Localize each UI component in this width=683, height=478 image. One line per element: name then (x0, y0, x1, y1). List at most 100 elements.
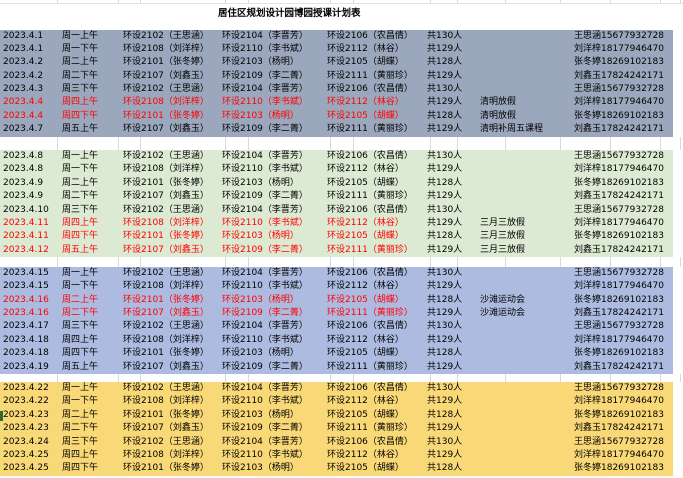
cell-class-1[interactable]: 环设2108（刘洋梓） (119, 449, 222, 462)
cell-note[interactable] (480, 56, 574, 69)
cell-class-1[interactable]: 环设2108（刘洋梓） (119, 217, 222, 230)
cell-note[interactable]: 清明放假 (480, 110, 574, 123)
cell-contact[interactable]: 王思涵15677932728 (574, 436, 673, 449)
cell-contact[interactable]: 刘鑫玉17824242171 (574, 190, 673, 203)
cell-date[interactable]: 2023.4.8 (0, 163, 59, 176)
cell-date[interactable]: 2023.4.3 (0, 83, 59, 96)
cell-class-2[interactable]: 环设2109（李二菁） (222, 190, 327, 203)
cell-note[interactable] (480, 150, 574, 163)
cell-class-3[interactable]: 环设2111（黄丽珍） (327, 422, 427, 435)
cell-class-2[interactable]: 环设2110（李书斌） (222, 280, 327, 293)
cell-session[interactable]: 周一下午 (59, 43, 119, 56)
cell-date[interactable]: 2023.4.18 (0, 334, 59, 347)
cell-note[interactable]: 沙滩运动会 (480, 294, 574, 307)
cell-contact[interactable]: 张冬婷18269102183 (574, 462, 673, 475)
cell-class-2[interactable]: 环设2104（李晋芳） (222, 83, 327, 96)
cell-contact[interactable]: 王思涵15677932728 (574, 30, 673, 43)
cell-date[interactable]: 2023.4.12 (0, 244, 59, 257)
cell-contact[interactable]: 刘鑫玉17824242171 (574, 307, 673, 320)
cell-date[interactable]: 2023.4.24 (0, 436, 59, 449)
cell-headcount[interactable]: 共129人 (427, 217, 480, 230)
cell-session[interactable]: 周二上午 (59, 177, 119, 190)
cell-headcount[interactable]: 共129人 (427, 361, 480, 374)
cell-contact[interactable]: 刘洋梓18177946470 (574, 163, 673, 176)
cell-class-2[interactable]: 环设2103（杨明） (222, 409, 327, 422)
cell-class-1[interactable]: 环设2101（张冬婷） (119, 462, 222, 475)
cell-class-1[interactable]: 环设2102（王思涵） (119, 436, 222, 449)
cell-contact[interactable]: 张冬婷18269102183 (574, 230, 673, 243)
cell-date[interactable]: 2023.4.2 (0, 56, 59, 69)
cell-class-2[interactable]: 环设2109（李二菁） (222, 422, 327, 435)
cell-class-2[interactable]: 环设2104（李晋芳） (222, 382, 327, 395)
cell-class-2[interactable]: 环设2104（李晋芳） (222, 320, 327, 333)
cell-date[interactable]: 2023.4.23 (0, 409, 59, 422)
cell-class-1[interactable]: 环设2108（刘洋梓） (119, 96, 222, 109)
cell-class-3[interactable]: 环设2106（农昌倩） (327, 267, 427, 280)
cell-headcount[interactable]: 共130人 (427, 204, 480, 217)
cell-headcount[interactable]: 共129人 (427, 244, 480, 257)
cell-session[interactable]: 周一上午 (59, 382, 119, 395)
cell-date[interactable]: 2023.4.4 (0, 110, 59, 123)
cell-class-1[interactable]: 环设2102（王思涵） (119, 83, 222, 96)
cell-headcount[interactable]: 共130人 (427, 150, 480, 163)
cell-session[interactable]: 周三下午 (59, 436, 119, 449)
cell-headcount[interactable]: 共129人 (427, 96, 480, 109)
cell-contact[interactable]: 刘鑫玉17824242171 (574, 361, 673, 374)
cell-contact[interactable]: 王思涵15677932728 (574, 267, 673, 280)
cell-headcount[interactable]: 共129人 (427, 190, 480, 203)
cell-headcount[interactable]: 共129人 (427, 163, 480, 176)
cell-contact[interactable]: 张冬婷18269102183 (574, 294, 673, 307)
cell-date[interactable]: 2023.4.9 (0, 177, 59, 190)
cell-headcount[interactable]: 共129人 (427, 43, 480, 56)
cell-date[interactable]: 2023.4.19 (0, 361, 59, 374)
cell-contact[interactable]: 刘洋梓18177946470 (574, 96, 673, 109)
cell-class-3[interactable]: 环设2112（林谷） (327, 395, 427, 408)
cell-date[interactable]: 2023.4.22 (0, 382, 59, 395)
cell-contact[interactable]: 刘洋梓18177946470 (574, 449, 673, 462)
cell-class-3[interactable]: 环设2105（胡蝶） (327, 347, 427, 360)
cell-session[interactable]: 周三下午 (59, 204, 119, 217)
cell-contact[interactable]: 张冬婷18269102183 (574, 110, 673, 123)
cell-session[interactable]: 周四下午 (59, 230, 119, 243)
cell-class-1[interactable]: 环设2102（王思涵） (119, 150, 222, 163)
cell-contact[interactable]: 刘洋梓18177946470 (574, 43, 673, 56)
cell-date[interactable]: 2023.4.1 (0, 30, 59, 43)
cell-class-1[interactable]: 环设2107（刘鑫玉） (119, 307, 222, 320)
cell-session[interactable]: 周二下午 (59, 70, 119, 83)
cell-class-2[interactable]: 环设2110（李书斌） (222, 217, 327, 230)
cell-contact[interactable]: 刘洋梓18177946470 (574, 395, 673, 408)
cell-class-2[interactable]: 环设2109（李二菁） (222, 70, 327, 83)
cell-class-2[interactable]: 环设2109（李二菁） (222, 123, 327, 136)
cell-headcount[interactable]: 共129人 (427, 395, 480, 408)
cell-headcount[interactable]: 共128人 (427, 409, 480, 422)
cell-contact[interactable]: 王思涵15677932728 (574, 382, 673, 395)
cell-date[interactable]: 2023.4.4 (0, 96, 59, 109)
cell-class-2[interactable]: 环设2103（杨明） (222, 56, 327, 69)
cell-class-1[interactable]: 环设2102（王思涵） (119, 204, 222, 217)
cell-class-1[interactable]: 环设2107（刘鑫玉） (119, 123, 222, 136)
cell-date[interactable]: 2023.4.18 (0, 347, 59, 360)
cell-session[interactable]: 周三下午 (59, 83, 119, 96)
cell-note[interactable] (480, 395, 574, 408)
cell-class-1[interactable]: 环设2108（刘洋梓） (119, 280, 222, 293)
cell-class-3[interactable]: 环设2106（农昌倩） (327, 30, 427, 43)
cell-note[interactable] (480, 267, 574, 280)
cell-headcount[interactable]: 共129人 (427, 123, 480, 136)
cell-class-1[interactable]: 环设2102（王思涵） (119, 382, 222, 395)
cell-headcount[interactable]: 共128人 (427, 110, 480, 123)
cell-class-2[interactable]: 环设2103（杨明） (222, 110, 327, 123)
cell-class-1[interactable]: 环设2101（张冬婷） (119, 294, 222, 307)
cell-note[interactable] (480, 462, 574, 475)
cell-session[interactable]: 周三下午 (59, 320, 119, 333)
cell-class-2[interactable]: 环设2104（李晋芳） (222, 30, 327, 43)
cell-class-3[interactable]: 环设2106（农昌倩） (327, 83, 427, 96)
cell-class-2[interactable]: 环设2110（李书斌） (222, 334, 327, 347)
cell-date[interactable]: 2023.4.11 (0, 217, 59, 230)
cell-session[interactable]: 周四下午 (59, 110, 119, 123)
cell-session[interactable]: 周二上午 (59, 409, 119, 422)
cell-headcount[interactable]: 共130人 (427, 382, 480, 395)
cell-class-3[interactable]: 环设2112（林谷） (327, 43, 427, 56)
cell-note[interactable] (480, 436, 574, 449)
cell-contact[interactable]: 刘鑫玉17824242171 (574, 70, 673, 83)
cell-class-3[interactable]: 环设2111（黄丽珍） (327, 361, 427, 374)
